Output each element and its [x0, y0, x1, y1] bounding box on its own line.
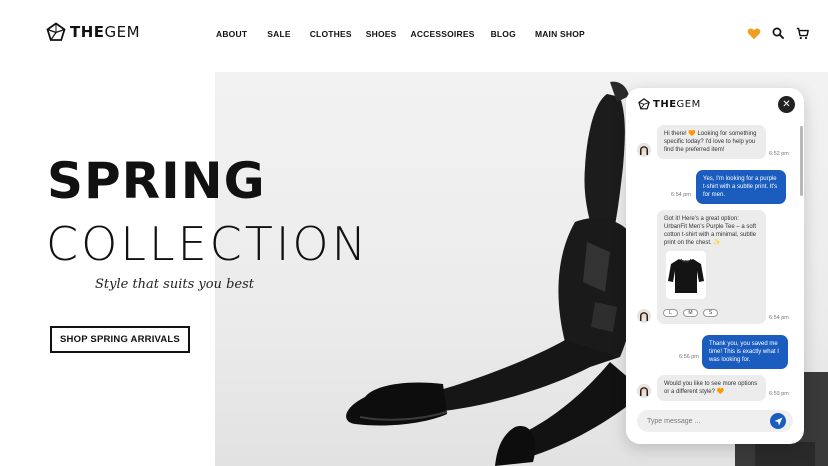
close-icon[interactable]: ✕: [778, 96, 795, 113]
chat-message-text: Got it! Here's a great option: UrbanFit …: [664, 216, 757, 246]
chat-message-user: Yes, I'm looking for a purple t-shirt wi…: [696, 170, 786, 204]
gem-logo-icon: [46, 22, 66, 41]
nav-item-shoes[interactable]: SHOES: [366, 29, 397, 39]
site-logo[interactable]: THEGEM: [46, 22, 140, 42]
send-icon: [774, 417, 782, 425]
size-option-l[interactable]: L: [663, 309, 678, 317]
site-header: THEGEM ABOUT SALE CLOTHES SHOES ACCESSOI…: [0, 0, 828, 70]
header-actions: [747, 26, 809, 40]
product-image[interactable]: [666, 251, 706, 299]
message-time: 6:52 pm: [769, 151, 789, 157]
nav-item-clothes[interactable]: CLOTHES: [310, 29, 352, 39]
chat-logo-wordmark: THEGEM: [653, 98, 701, 110]
nav-item-blog[interactable]: BLOG: [491, 29, 516, 39]
size-selector: L M S: [663, 309, 718, 317]
shop-spring-arrivals-button[interactable]: SHOP SPRING ARRIVALS: [50, 326, 190, 353]
send-button[interactable]: [770, 413, 786, 429]
sweatshirt-icon: [668, 258, 704, 293]
gem-logo-icon: [638, 98, 650, 110]
chat-scrollbar[interactable]: [800, 126, 803, 196]
chat-header: THEGEM ✕: [626, 88, 804, 120]
logo-wordmark: THEGEM: [70, 23, 141, 41]
nav-item-about[interactable]: ABOUT: [216, 29, 247, 39]
hero-title-collection: COLLECTION: [46, 217, 370, 271]
nav-item-accessoires[interactable]: ACCESSOIRES: [411, 29, 475, 39]
chat-message-user: Thank you, you saved me time! This is ex…: [702, 335, 788, 369]
chat-input-bar: [637, 410, 793, 432]
bot-avatar: [637, 143, 651, 157]
message-time: 6:54 pm: [671, 192, 691, 198]
chat-widget: THEGEM ✕ Hi there! 🧡 Looking for somethi…: [626, 88, 804, 444]
hero-tagline: Style that suits you best: [95, 277, 254, 292]
size-option-m[interactable]: M: [683, 309, 698, 317]
main-nav: ABOUT SALE CLOTHES SHOES ACCESSOIRES BLO…: [216, 29, 585, 39]
message-time: 6:56 pm: [679, 354, 699, 360]
bot-avatar: [637, 384, 651, 398]
size-option-s[interactable]: S: [703, 309, 718, 317]
message-time: 6:59 pm: [769, 391, 789, 397]
chat-logo: THEGEM: [638, 98, 701, 110]
nav-item-main-shop[interactable]: MAIN SHOP: [535, 29, 585, 39]
chat-message-bot: Would you like to see more options or a …: [657, 375, 766, 401]
message-time: 6:54 pm: [769, 315, 789, 321]
nav-item-sale[interactable]: SALE: [267, 29, 290, 39]
cart-icon[interactable]: [795, 26, 809, 40]
hero-title-spring: SPRING: [47, 152, 266, 210]
chat-message-input[interactable]: [647, 414, 762, 428]
bot-avatar: [637, 309, 651, 323]
heart-icon[interactable]: [747, 26, 761, 40]
chat-message-bot: Hi there! 🧡 Looking for something specif…: [657, 125, 766, 159]
search-icon[interactable]: [771, 26, 785, 40]
